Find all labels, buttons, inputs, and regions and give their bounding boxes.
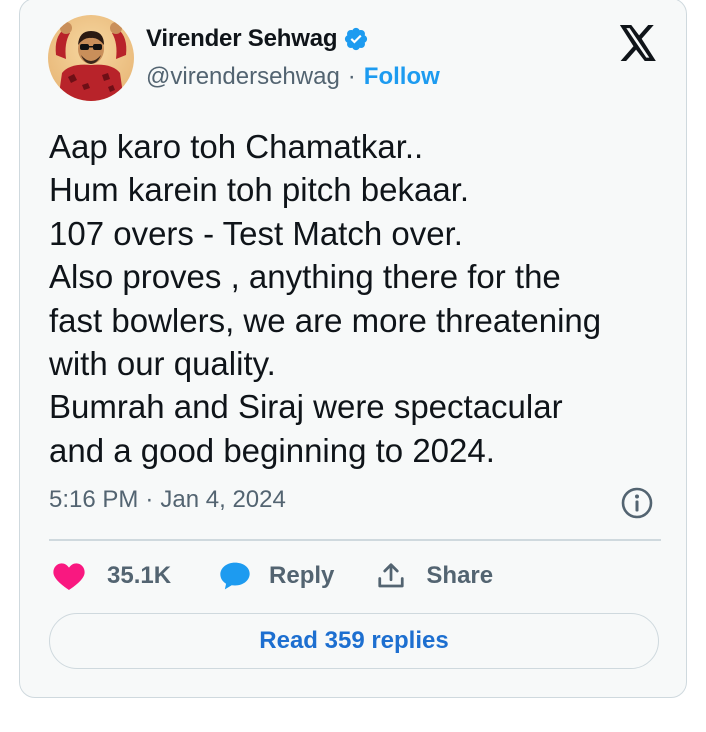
tweet-text: Aap karo toh Chamatkar.. Hum karein toh … [49, 125, 669, 472]
tweet-line: Aap karo toh Chamatkar.. [49, 128, 424, 165]
separator-dot: · [347, 63, 356, 90]
share-label: Share [426, 562, 494, 589]
avatar[interactable] [48, 15, 134, 101]
tweet-line: Also proves , anything there for the [49, 258, 561, 296]
tweet-date[interactable]: Jan 4, 2024 [160, 486, 285, 514]
author-name[interactable]: Virender Sehwag [146, 25, 338, 53]
info-icon[interactable] [620, 486, 654, 520]
read-replies-button[interactable]: Read 359 replies [49, 613, 659, 669]
tweet-time[interactable]: 5:16 PM [49, 486, 138, 514]
tweet-line: 107 overs - Test Match over. [49, 214, 463, 252]
author-handle-row: @virendersehwag · Follow [146, 63, 440, 91]
tweet-line: with our quality. [49, 345, 276, 383]
verified-badge-icon [343, 26, 369, 52]
reply-button[interactable]: Reply [219, 561, 334, 591]
divider [49, 539, 661, 541]
reply-bubble-icon [219, 561, 251, 591]
author-name-row: Virender Sehwag [146, 25, 369, 53]
tweet-timestamp: 5:16 PM · Jan 4, 2024 [49, 486, 286, 514]
follow-button[interactable]: Follow [364, 63, 440, 91]
tweet-line: fast bowlers, we are more threatening [49, 301, 602, 339]
tweet-card: Virender Sehwag @virendersehwag · Follow… [19, 0, 687, 698]
tweet-line: Hum karein toh pitch bekaar. [49, 171, 470, 209]
author-handle[interactable]: @virendersehwag [146, 63, 340, 91]
share-upload-icon [376, 561, 406, 591]
separator-dot: · [145, 486, 154, 513]
reply-label: Reply [269, 562, 335, 589]
x-logo-icon[interactable] [618, 25, 658, 61]
tweet-line: Bumrah and Siraj were spectacular [49, 388, 563, 426]
action-bar: 35.1K Reply Share [53, 559, 493, 593]
like-count: 35.1K [107, 562, 172, 589]
tweet-line: and a good beginning to 2024. [49, 431, 495, 469]
like-button[interactable]: 35.1K [53, 562, 171, 590]
share-button[interactable]: Share [376, 561, 493, 591]
heart-icon [53, 562, 85, 590]
